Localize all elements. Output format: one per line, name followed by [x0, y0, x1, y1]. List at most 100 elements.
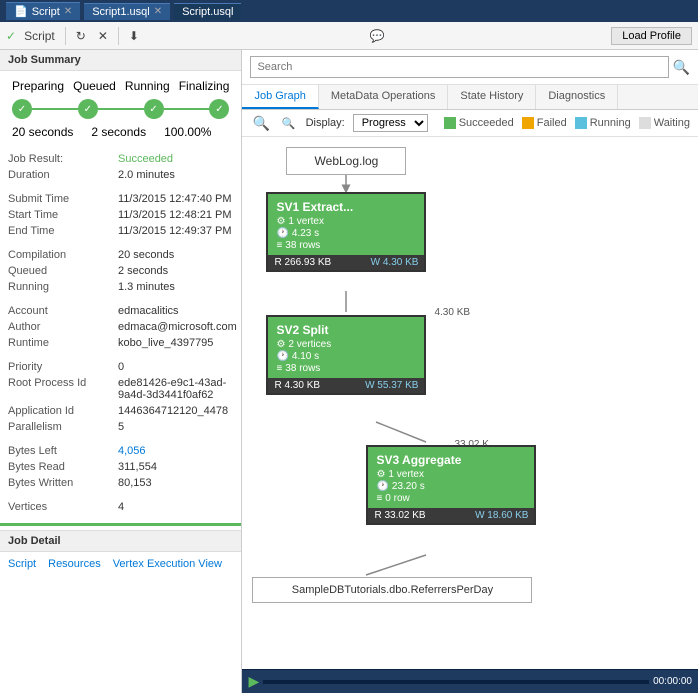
clock-icon3: 🕐 — [376, 481, 388, 492]
graph-toolbar: 🔍 🔍 Display: Progress Succeeded Failed R… — [242, 110, 698, 137]
script-button[interactable]: Script — [20, 27, 59, 45]
load-profile-button[interactable]: Load Profile — [611, 27, 692, 45]
weblog-node-label: WebLog.log — [315, 154, 379, 168]
sv1-time: 🕐 4.23 s — [276, 228, 416, 239]
display-select[interactable]: Progress — [353, 114, 428, 132]
sv1-vertices: ⚙ 1 vertex — [276, 216, 416, 227]
legend-failed-label: Failed — [537, 117, 567, 129]
application-id-label: Application Id — [8, 405, 118, 417]
bytes-read-row: Bytes Read 311,554 — [8, 459, 233, 475]
tab-job-graph[interactable]: Job Graph — [242, 85, 318, 109]
legend-waiting-label: Waiting — [654, 117, 690, 129]
sv2-node[interactable]: SV2 Split ⚙ 2 vertices 🕐 4.10 s ≡ 38 row… — [266, 315, 426, 395]
job-detail-links: Script Resources Vertex Execution View — [0, 552, 241, 576]
download-button[interactable]: ⬇ — [125, 27, 143, 45]
sv3-title: SV3 Aggregate — [376, 453, 526, 467]
step-label-preparing: Preparing — [12, 79, 64, 93]
tab-script1[interactable]: Script1.usql ✕ — [84, 3, 170, 20]
tab-script-panel[interactable]: 📄 Script ✕ — [6, 2, 80, 20]
job-detail-link-vertex-execution[interactable]: Vertex Execution View — [113, 558, 222, 570]
sv2-r-label: R 4.30 KB — [274, 380, 320, 391]
job-detail-section: Job Detail Script Resources Vertex Execu… — [0, 530, 241, 576]
sv2-vertices: ⚙ 2 vertices — [276, 339, 416, 350]
tab-script-usql[interactable]: Script.usql — [174, 3, 241, 20]
sv1-title: SV1 Extract... — [276, 200, 416, 214]
legend-succeeded: Succeeded — [444, 117, 514, 129]
tab-diagnostics[interactable]: Diagnostics — [536, 85, 618, 109]
divider1 — [8, 183, 233, 191]
duration-label: Duration — [8, 169, 118, 181]
job-result-row: Job Result: Succeeded — [8, 151, 233, 167]
compilation-row: Compilation 20 seconds — [8, 247, 233, 263]
sv1-node[interactable]: SV1 Extract... ⚙ 1 vertex 🕐 4.23 s ≡ 38 … — [266, 192, 426, 272]
author-label: Author — [8, 321, 118, 333]
end-time-value: 11/3/2015 12:49:37 PM — [118, 225, 232, 237]
job-detail-link-script[interactable]: Script — [8, 558, 36, 570]
weblog-node[interactable]: WebLog.log — [286, 147, 406, 175]
tab-bar: Job Graph MetaData Operations State Hist… — [242, 85, 698, 110]
play-button[interactable]: ▶ — [248, 673, 259, 690]
edge1-label: 4.30 KB — [434, 307, 470, 318]
checkmark-icon: ✓ — [6, 29, 16, 43]
running-value: 1.3 minutes — [118, 281, 175, 293]
toolbar: ✓ Script ↻ ✕ ⬇ 💬 Load Profile — [0, 22, 698, 50]
parallelism-value: 5 — [118, 421, 124, 433]
step-label-finalizing: Finalizing — [179, 79, 230, 93]
tab-state-history[interactable]: State History — [448, 85, 536, 109]
bytes-written-label: Bytes Written — [8, 477, 118, 489]
job-result-value: Succeeded — [118, 153, 173, 165]
refresh-button[interactable]: ↻ — [72, 27, 90, 45]
script-panel-icon: 📄 — [14, 5, 28, 18]
tab-script-panel-close[interactable]: ✕ — [64, 6, 72, 17]
clock-icon2: 🕐 — [276, 351, 288, 362]
application-id-row: Application Id 1446364712120_4478 — [8, 403, 233, 419]
progress-bar — [263, 680, 649, 684]
legend-dot-running — [575, 117, 587, 129]
author-value: edmaca@microsoft.com — [118, 321, 237, 333]
tab-script-panel-label: Script — [32, 6, 60, 18]
queued-value: 2 seconds — [118, 265, 168, 277]
legend-dot-waiting — [639, 117, 651, 129]
output-node-label: SampleDBTutorials.dbo.ReferrersPerDay — [292, 584, 493, 596]
job-detail-link-resources[interactable]: Resources — [48, 558, 101, 570]
stop-button[interactable]: ✕ — [94, 27, 112, 45]
tab-script1-label: Script1.usql — [92, 6, 149, 18]
tab-metadata-operations[interactable]: MetaData Operations — [319, 85, 449, 109]
toolbar-separator2 — [118, 27, 119, 45]
legend-waiting: Waiting — [639, 117, 690, 129]
title-bar: 📄 Script ✕ Script1.usql ✕ Script.usql — [0, 0, 698, 22]
legend: Succeeded Failed Running Waiting — [444, 117, 690, 129]
tab-script1-close[interactable]: ✕ — [154, 6, 162, 17]
step-track: ✓ ✓ ✓ ✓ — [12, 99, 229, 119]
bytes-written-row: Bytes Written 80,153 — [8, 475, 233, 491]
tab-script-usql-label: Script.usql — [182, 6, 233, 18]
runtime-value: kobo_live_4397795 — [118, 337, 213, 349]
message-button[interactable]: 💬 — [366, 27, 389, 45]
submit-time-label: Submit Time — [8, 193, 118, 205]
sv3-node[interactable]: SV3 Aggregate ⚙ 1 vertex 🕐 23.20 s ≡ 0 r… — [366, 445, 536, 525]
legend-failed: Failed — [522, 117, 567, 129]
submit-time-row: Submit Time 11/3/2015 12:47:40 PM — [8, 191, 233, 207]
sv1-footer: R 266.93 KB W 4.30 KB — [268, 255, 424, 270]
step-line-3 — [164, 108, 210, 110]
runtime-row: Runtime kobo_live_4397795 — [8, 335, 233, 351]
sv3-footer: R 33.02 KB W 18.60 KB — [368, 508, 534, 523]
legend-running: Running — [575, 117, 631, 129]
legend-running-label: Running — [590, 117, 631, 129]
step-line-2 — [98, 108, 144, 110]
zoom-out-button[interactable]: 🔍 — [280, 117, 298, 130]
right-panel: 🔍 Job Graph MetaData Operations State Hi… — [242, 50, 698, 693]
job-summary-header: Job Summary — [0, 50, 241, 71]
account-value: edmacalitics — [118, 305, 179, 317]
step-time-running: 100.00% — [164, 125, 211, 139]
submit-time-value: 11/3/2015 12:47:40 PM — [118, 193, 232, 205]
divider5 — [8, 435, 233, 443]
step-label-queued: Queued — [73, 79, 116, 93]
end-time-row: End Time 11/3/2015 12:49:37 PM — [8, 223, 233, 239]
zoom-in-button[interactable]: 🔍 — [250, 115, 271, 132]
end-time-label: End Time — [8, 225, 118, 237]
left-panel: Job Summary Preparing Queued Running Fin… — [0, 50, 242, 693]
output-node[interactable]: SampleDBTutorials.dbo.ReferrersPerDay — [252, 577, 532, 603]
legend-dot-succeeded — [444, 117, 456, 129]
search-input[interactable] — [250, 56, 668, 78]
